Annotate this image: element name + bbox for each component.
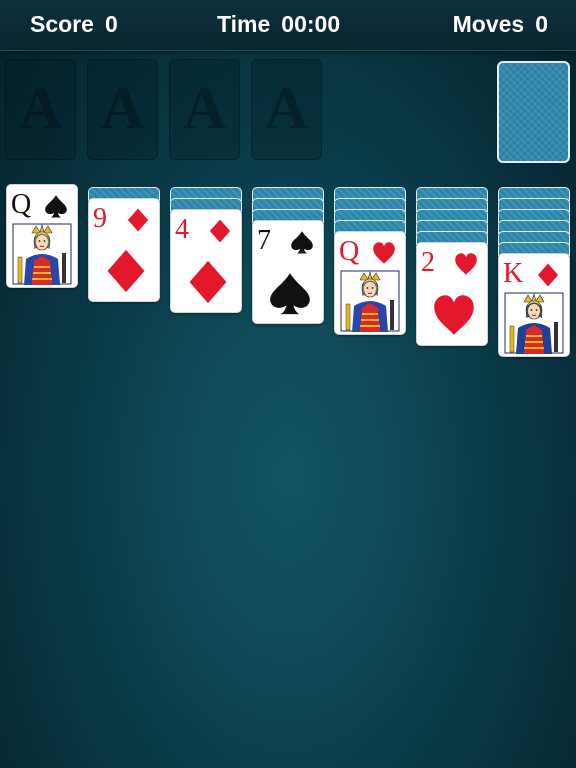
foundation-ace-placeholder: A (182, 75, 227, 141)
tableau-card-col-2[interactable]: 9 (88, 198, 160, 302)
card-rank: 7 (257, 225, 271, 256)
tableau-card-col-3[interactable]: 4 (170, 209, 242, 313)
time-label: Time (217, 11, 271, 37)
moves-label: Moves (452, 11, 525, 37)
court-card-portrait (340, 270, 400, 332)
top-status-bar: Score 0 Time 00:00 Moves 0 (0, 0, 576, 51)
card-rank: Q (11, 189, 32, 220)
card-rank: 4 (175, 214, 189, 245)
tableau-card-col-1[interactable]: Q (6, 184, 78, 288)
time-display: Time 00:00 (217, 11, 340, 38)
foundation-pile-1[interactable]: A (5, 59, 76, 160)
moves-display: Moves 0 (453, 11, 548, 38)
court-card-portrait (504, 292, 564, 354)
foundation-ace-placeholder: A (264, 75, 309, 141)
time-value: 00:00 (281, 11, 341, 37)
foundation-ace-placeholder: A (18, 75, 63, 141)
score-value: 0 (104, 11, 118, 37)
diamond-icon (537, 263, 559, 287)
spade-icon (291, 231, 313, 254)
card-rank: Q (339, 236, 360, 267)
foundation-pile-2[interactable]: A (87, 59, 158, 160)
heart-icon (455, 253, 477, 275)
heart-icon (373, 242, 395, 264)
tableau-card-col-7[interactable]: K (498, 253, 570, 357)
diamond-icon (209, 219, 231, 243)
foundation-ace-placeholder: A (100, 75, 145, 141)
card-rank: 9 (93, 203, 107, 234)
diamond-icon (127, 208, 149, 232)
score-label: Score (30, 11, 94, 37)
spade-icon (270, 273, 310, 315)
diamond-icon (189, 260, 227, 304)
foundation-pile-4[interactable]: A (251, 59, 322, 160)
diamond-icon (107, 249, 145, 293)
heart-icon (434, 295, 474, 335)
card-rank: 2 (421, 247, 435, 278)
card-rank: K (503, 258, 524, 289)
tableau-card-col-4[interactable]: 7 (252, 220, 324, 324)
stock-pile[interactable] (497, 61, 570, 163)
score-display: Score 0 (30, 11, 118, 38)
moves-value: 0 (535, 11, 548, 37)
spade-icon (45, 195, 67, 218)
tableau-card-col-6[interactable]: 2 (416, 242, 488, 346)
tableau-card-col-5[interactable]: Q (334, 231, 406, 335)
court-card-portrait (12, 223, 72, 285)
foundation-pile-3[interactable]: A (169, 59, 240, 160)
